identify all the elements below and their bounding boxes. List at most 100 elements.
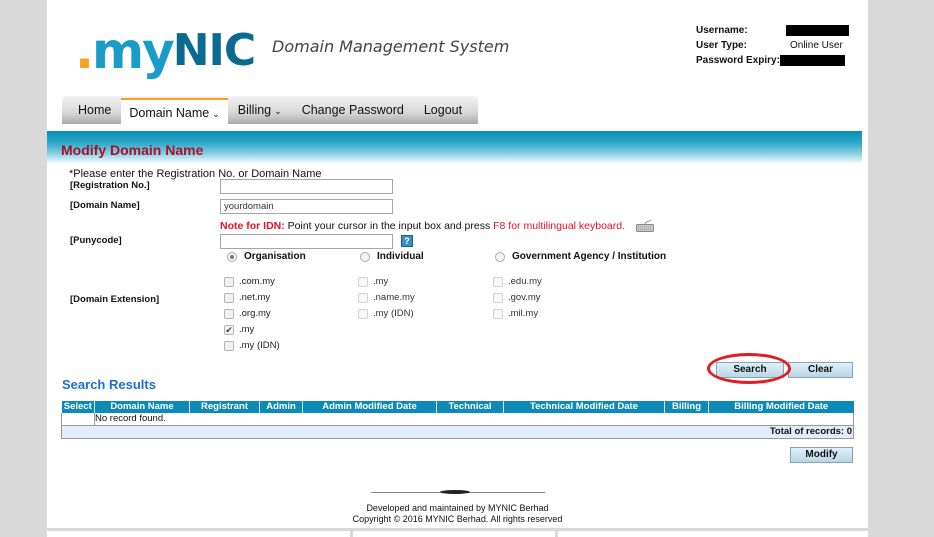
page-container: . my NIC Domain Management System Userna… [47,0,868,528]
radio-government[interactable]: Government Agency / Institution [495,251,666,262]
checkbox-org-net-my[interactable]: .net.my [224,292,270,303]
table-row-empty: No record found. [61,413,854,426]
user-info-password-expiry: Password Expiry: [696,53,849,68]
footer-developed-by: Developed and maintained by MYNIC Berhad [366,503,549,513]
page-title: Modify Domain Name [61,142,204,158]
idn-note-text: Point your cursor in the input box and p… [284,220,494,232]
logo-dot: . [75,22,94,80]
section-header: Modify Domain Name [47,131,862,164]
checkbox-label: .my (IDN) [373,308,414,319]
bottom-panel-left [47,531,350,537]
tagline: Domain Management System [272,37,510,56]
checkbox-checked[interactable]: ✔ [224,324,234,335]
radio-government-label: Government Agency / Institution [512,251,667,262]
logo-nic: NIC [172,25,256,76]
nav-logout[interactable]: Logout [414,96,472,124]
checkbox-disabled [493,276,503,287]
idn-note-suffix: F8 for multilingual keyboard. [493,220,626,232]
nav-home[interactable]: Home [68,96,121,124]
user-info: Username: User Type: Online User Passwor… [696,23,849,68]
checkbox-org-my-idn[interactable]: .my (IDN) [224,340,280,351]
footer-ornament [440,490,470,494]
checkbox-label: .name.my [373,292,415,303]
punycode-label: [Punycode] [70,235,122,246]
radio-button-selected[interactable] [227,251,237,262]
username-label: Username: [696,25,748,36]
column-header-billing[interactable]: Billing [664,401,709,413]
registration-no-label: [Registration No.] [70,180,150,191]
nav-billing[interactable]: Billing ⌄ [228,96,292,124]
checkbox-ind-name-my: .name.my [358,292,415,303]
nav-change-password[interactable]: Change Password [292,96,414,124]
bottom-panel-right [558,531,868,537]
checkbox-ind-my: .my [358,276,388,287]
checkbox-label: .mil.my [508,308,539,319]
checkbox-gov-mil-my: .mil.my [493,308,538,319]
checkbox-label: .my (IDN) [239,340,280,351]
checkbox-disabled [493,292,503,303]
nav-logout-label: Logout [423,103,463,117]
domain-name-label: [Domain Name] [70,200,140,211]
column-header-admin-modified-date[interactable]: Admin Modified Date [302,401,437,413]
clear-button[interactable]: Clear [788,362,853,378]
footer-copyright: Copyright © 2016 MYNIC Berhad. All right… [352,514,563,524]
checkbox-label: .gov.my [508,292,541,303]
checkbox-label: .my [239,324,255,335]
password-expiry-redacted [779,55,845,66]
punycode-input[interactable] [220,234,393,249]
radio-button[interactable] [360,251,370,262]
column-header-technical[interactable]: Technical [436,401,504,413]
table-total-row: Total of records: 0 [61,425,854,439]
checkbox[interactable] [224,308,234,319]
keyboard-icon[interactable] [636,220,654,232]
nav-domain-name-label: Domain Name [129,106,210,120]
chevron-down-icon: ⌄ [212,109,220,119]
search-results-title: Search Results [62,377,156,392]
idn-note: Note for IDN: Point your cursor in the i… [220,220,625,232]
checkbox-ind-my-idn: .my (IDN) [358,308,414,319]
checkbox-disabled [493,308,503,319]
column-header-billing-modified-date[interactable]: Billing Modified Date [708,401,854,413]
bottom-panel-middle [353,531,555,537]
nav-home-label: Home [78,103,112,117]
nav-billing-label: Billing [237,103,272,117]
checkbox-label: .my [373,276,389,287]
results-table: Select Domain Name Registrant Admin Admi… [61,401,854,439]
column-header-select[interactable]: Select [61,401,95,413]
domain-name-input[interactable] [220,199,393,214]
search-button[interactable]: Search [716,362,784,378]
checkbox[interactable] [224,292,234,303]
radio-button[interactable] [495,251,505,262]
radio-organisation[interactable]: Organisation [227,251,306,262]
registration-no-input[interactable] [220,179,393,194]
checkbox-gov-gov-my: .gov.my [493,292,541,303]
checkbox[interactable] [224,276,234,287]
column-header-technical-modified-date[interactable]: Technical Modified Date [503,401,665,413]
checkbox-disabled [358,292,368,303]
radio-individual[interactable]: Individual [360,251,424,262]
user-info-username: Username: [696,23,849,38]
checkbox-org-com-my[interactable]: .com.my [224,276,275,287]
password-expiry-label: Password Expiry: [696,55,780,66]
domain-extension-label: [Domain Extension] [70,294,160,305]
nav-change-password-label: Change Password [301,103,404,117]
checkbox-label: .edu.my [508,276,542,287]
checkbox-org-my[interactable]: ✔ .my [224,324,254,335]
checkbox-org-org-my[interactable]: .org.my [224,308,271,319]
checkbox-label: .com.my [239,276,275,287]
modify-button[interactable]: Modify [790,447,853,463]
mynic-logo: . my NIC [75,22,256,80]
checkbox-label: .net.my [239,292,271,303]
column-header-registrant[interactable]: Registrant [189,401,260,413]
column-header-domain-name[interactable]: Domain Name [94,401,190,413]
checkbox-gov-edu-my: .edu.my [493,276,542,287]
empty-select-cell [61,413,95,426]
user-info-usertype: User Type: Online User [696,38,849,53]
radio-organisation-label: Organisation [244,251,306,262]
nav-domain-name[interactable]: Domain Name ⌄ [121,98,228,128]
checkbox[interactable] [224,340,234,351]
table-header-row: Select Domain Name Registrant Admin Admi… [61,401,854,413]
column-header-admin[interactable]: Admin [259,401,303,413]
help-icon[interactable]: ? [401,235,413,247]
user-type-value: Online User [790,40,843,51]
